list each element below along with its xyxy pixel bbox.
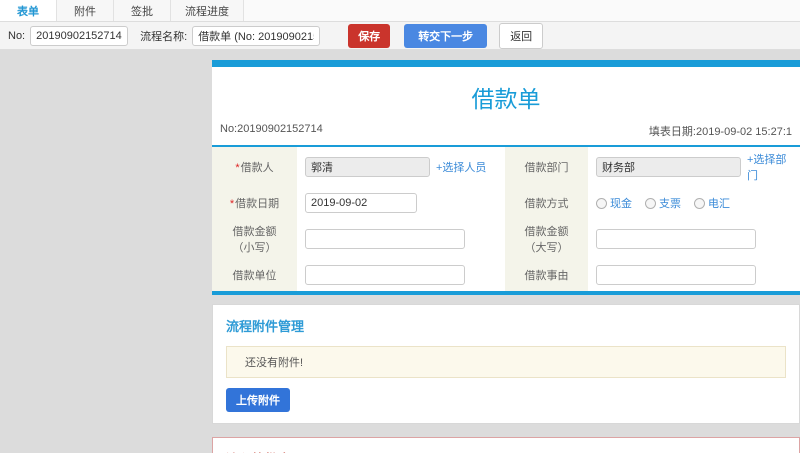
method-label-cell: 借款方式	[505, 187, 588, 219]
form-doc-no: No:20190902152714	[220, 123, 323, 135]
radio-cheque[interactable]: 支票	[645, 195, 681, 211]
form-title: 借款单	[471, 86, 541, 112]
borrower-label-cell: *借款人	[212, 147, 297, 187]
form-grid: *借款人 +选择人员 借款部门 +选择部门 *借款日期 借款方式 现金	[212, 145, 800, 291]
no-input[interactable]	[30, 25, 129, 46]
amount-small-input[interactable]	[305, 229, 465, 249]
unit-input[interactable]	[305, 265, 465, 285]
select-department-link[interactable]: +选择部门	[747, 151, 792, 183]
approval-title: 流程签批意见	[226, 449, 786, 453]
tab-progress[interactable]: 流程进度	[171, 0, 244, 21]
form-fill-date: 填表日期:2019-09-02 15:27:1	[648, 126, 792, 138]
tab-form[interactable]: 表单	[0, 0, 57, 21]
process-name-label: 流程名称:	[140, 30, 188, 43]
tab-attachments[interactable]: 附件	[57, 0, 114, 21]
department-label-cell: 借款部门	[505, 147, 588, 187]
reason-label-cell: 借款事由	[505, 259, 588, 291]
radio-wire-icon	[694, 197, 705, 209]
radio-wire[interactable]: 电汇	[694, 195, 730, 211]
amount-small-label-cell: 借款金额（小写）	[212, 219, 297, 259]
forward-next-step-button[interactable]: 转交下一步	[404, 23, 488, 48]
department-input[interactable]	[596, 157, 741, 177]
select-person-link[interactable]: +选择人员	[436, 159, 486, 175]
loan-form-card: 借款单 No:20190902152714 填表日期:2019-09-02 15…	[212, 60, 800, 295]
no-label: No:	[8, 29, 26, 42]
attachments-title: 流程附件管理	[226, 319, 305, 334]
amount-big-label-cell: 借款金额（大写）	[505, 219, 588, 259]
content-area: 借款单 No:20190902152714 填表日期:2019-09-02 15…	[0, 50, 800, 453]
radio-cheque-icon	[645, 197, 656, 209]
tab-approval[interactable]: 签批	[114, 0, 171, 21]
radio-cash[interactable]: 现金	[596, 195, 632, 211]
unit-label-cell: 借款单位	[212, 259, 297, 291]
no-attachments-message: 还没有附件!	[226, 346, 786, 378]
upload-attachment-button[interactable]: 上传附件	[226, 388, 290, 412]
command-bar: No: 流程名称: 保存 转交下一步 返回	[0, 22, 800, 50]
back-button[interactable]: 返回	[499, 22, 544, 49]
loan-date-input[interactable]	[305, 193, 417, 213]
amount-big-input[interactable]	[596, 229, 756, 249]
form-top-bar	[212, 60, 800, 67]
tab-bar: 表单 附件 签批 流程进度	[0, 0, 800, 22]
save-button[interactable]: 保存	[348, 23, 391, 48]
form-bottom-bar	[212, 291, 800, 295]
loan-date-label-cell: *借款日期	[212, 187, 297, 219]
reason-input[interactable]	[596, 265, 756, 285]
attachments-card: 流程附件管理 还没有附件! 上传附件	[212, 304, 800, 424]
process-name-input[interactable]	[192, 25, 321, 46]
borrower-input[interactable]	[305, 157, 430, 177]
approval-card: 流程签批意见 B I abc	[212, 437, 800, 453]
radio-cash-icon	[596, 197, 607, 209]
